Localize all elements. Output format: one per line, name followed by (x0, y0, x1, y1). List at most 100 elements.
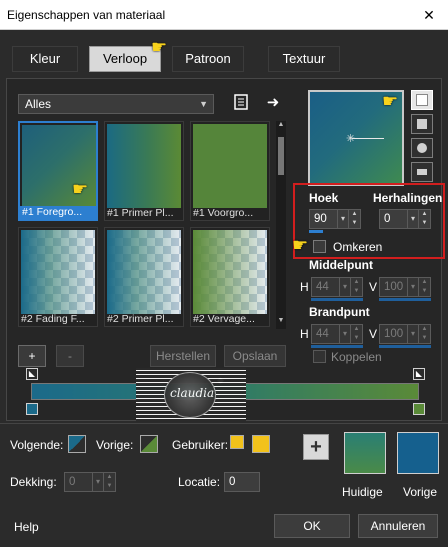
pointing-hand-icon: ☛ (382, 91, 399, 111)
link-checkbox[interactable] (313, 350, 326, 363)
center-v-slider (379, 298, 431, 301)
prev-label: Vorige: (96, 438, 134, 452)
spin-arrows-icon[interactable]: ▲ ▼ (418, 278, 430, 296)
next-color-swatch[interactable] (68, 435, 86, 453)
opacity-stop-start-icon[interactable]: ◣ (26, 368, 38, 380)
gradient-tile[interactable]: #1 Foregro... (18, 121, 98, 221)
dropdown-arrow-icon[interactable]: ▾ (339, 325, 350, 343)
tile-label: #2 Primer Pl... (107, 313, 174, 325)
scroll-up-icon[interactable]: ▲ (276, 121, 286, 133)
spin-arrows-icon[interactable]: ▲ ▼ (418, 210, 430, 228)
center-point-label: Middelpunt (309, 258, 373, 272)
library-category-dropdown[interactable]: Alles ▼ (18, 94, 214, 114)
scroll-down-icon[interactable]: ▼ (276, 317, 286, 329)
spin-arrows-icon[interactable]: ▲ ▼ (348, 210, 360, 228)
dropdown-arrow-icon[interactable]: ▾ (339, 278, 350, 296)
dropdown-arrow-icon[interactable]: ▾ (407, 325, 418, 343)
rectangular-style-button[interactable] (411, 114, 433, 134)
spin-arrows-icon[interactable]: ▲ ▼ (103, 473, 115, 491)
spin-arrows-icon[interactable]: ▲ ▼ (350, 325, 362, 343)
gradient-tile[interactable]: #2 Fading F... (18, 227, 98, 327)
pointing-hand-icon: ☛ (292, 235, 309, 255)
cancel-button[interactable]: Annuleren (358, 514, 438, 538)
opacity-stop-end-icon[interactable]: ◣ (413, 368, 425, 380)
previous-material-swatch[interactable] (397, 432, 439, 474)
center-h-slider (311, 298, 363, 301)
focal-v-field[interactable]: 100 ▾ ▲ ▼ (379, 324, 431, 344)
tile-label: #2 Fading F... (21, 313, 85, 325)
gradient-tile[interactable]: #2 Vervage... (190, 227, 270, 327)
plus-icon[interactable]: + (303, 434, 329, 460)
previous-label: Vorige (403, 485, 438, 499)
watermark-text: claudia (170, 386, 215, 400)
gradient-tile[interactable]: #1 Primer Pl... (104, 121, 184, 221)
angle-field[interactable]: 90 ▾ ▲ ▼ (309, 209, 361, 229)
center-v-value: 100 (384, 281, 404, 293)
user-color-swatch[interactable] (252, 435, 270, 453)
scrollbar-thumb[interactable] (278, 137, 284, 175)
rectangular-icon (417, 119, 427, 130)
dropdown-value: Alles (25, 97, 52, 111)
tile-label: #1 Primer Pl... (107, 207, 174, 219)
opacity-value: 0 (69, 476, 76, 488)
tab-bar: Kleur Verloop Patroon Textuur (0, 46, 448, 72)
tab-texture[interactable]: Textuur (268, 46, 340, 72)
add-gradient-button[interactable]: + (18, 345, 46, 367)
sunburst-style-button[interactable] (411, 138, 433, 158)
center-h-field[interactable]: 44 ▾ ▲ ▼ (311, 277, 363, 297)
reset-button[interactable]: Herstellen (150, 345, 216, 367)
dropdown-arrow-icon[interactable]: ▾ (92, 473, 103, 491)
focal-point-label: Brandpunt (309, 305, 370, 319)
spin-arrows-icon[interactable]: ▲ ▼ (350, 278, 362, 296)
spin-arrows-icon[interactable]: ▲ ▼ (418, 325, 430, 343)
dropdown-arrow-icon[interactable]: ▾ (407, 210, 418, 228)
prev-color-swatch[interactable] (140, 435, 158, 453)
color-stop-start-icon[interactable] (26, 403, 38, 415)
gradient-tile[interactable]: #2 Primer Pl... (104, 227, 184, 327)
color-stop-end-icon[interactable] (413, 403, 425, 415)
tab-color[interactable]: Kleur (12, 46, 78, 72)
pointing-hand-icon: ☛ (151, 37, 168, 57)
tile-label: #1 Foregro... (20, 206, 98, 219)
focal-h-field[interactable]: 44 ▾ ▲ ▼ (311, 324, 363, 344)
dropdown-arrow-icon[interactable]: ▾ (407, 278, 418, 296)
linear-icon (416, 94, 428, 107)
library-scrollbar[interactable]: ▲ ▼ (276, 121, 286, 329)
opacity-field[interactable]: 0 ▾ ▲ ▼ (64, 472, 116, 492)
focal-v-value: 100 (384, 328, 404, 340)
center-h-value: 44 (316, 281, 329, 293)
user-color-swatch-small[interactable] (230, 435, 244, 449)
watermark-logo: claudia (136, 368, 246, 422)
reverse-checkbox[interactable] (313, 240, 326, 253)
focal-v-slider (379, 345, 431, 348)
location-value: 0 (229, 476, 236, 488)
close-icon[interactable]: ✕ (414, 3, 444, 27)
sunburst-icon (417, 143, 427, 154)
gradient-tile[interactable]: #1 Voorgro... (190, 121, 270, 221)
current-material-swatch[interactable] (344, 432, 386, 474)
center-v-field[interactable]: 100 ▾ ▲ ▼ (379, 277, 431, 297)
tab-pattern[interactable]: Patroon (172, 46, 244, 72)
reverse-label: Omkeren (333, 240, 383, 254)
angle-handle[interactable] (352, 138, 384, 139)
next-label: Volgende: (10, 438, 64, 452)
radial-style-button[interactable] (411, 162, 433, 182)
tile-label: #1 Voorgro... (193, 207, 254, 219)
linear-style-button[interactable] (411, 90, 433, 110)
focal-h-value: 44 (316, 328, 329, 340)
location-field[interactable]: 0 (224, 472, 260, 492)
gradient-library-grid: #1 Foregro... #1 Primer Pl... #1 Voorgro… (18, 121, 272, 329)
center-v-label: V (369, 280, 378, 294)
remove-gradient-button[interactable]: - (56, 345, 84, 367)
divider (0, 423, 448, 424)
arrow-right-icon[interactable]: ➜ (264, 94, 282, 114)
repeats-field[interactable]: 0 ▾ ▲ ▼ (379, 209, 431, 229)
library-icon[interactable] (232, 94, 250, 114)
dropdown-arrow-icon[interactable]: ▾ (337, 210, 348, 228)
repeats-label: Herhalingen (373, 191, 443, 205)
gradient-thumbnail (193, 230, 267, 314)
ok-button[interactable]: OK (274, 514, 350, 538)
save-gradient-button[interactable]: Opslaan (224, 345, 286, 367)
help-link[interactable]: Help (14, 520, 39, 534)
link-label: Koppelen (331, 350, 382, 364)
